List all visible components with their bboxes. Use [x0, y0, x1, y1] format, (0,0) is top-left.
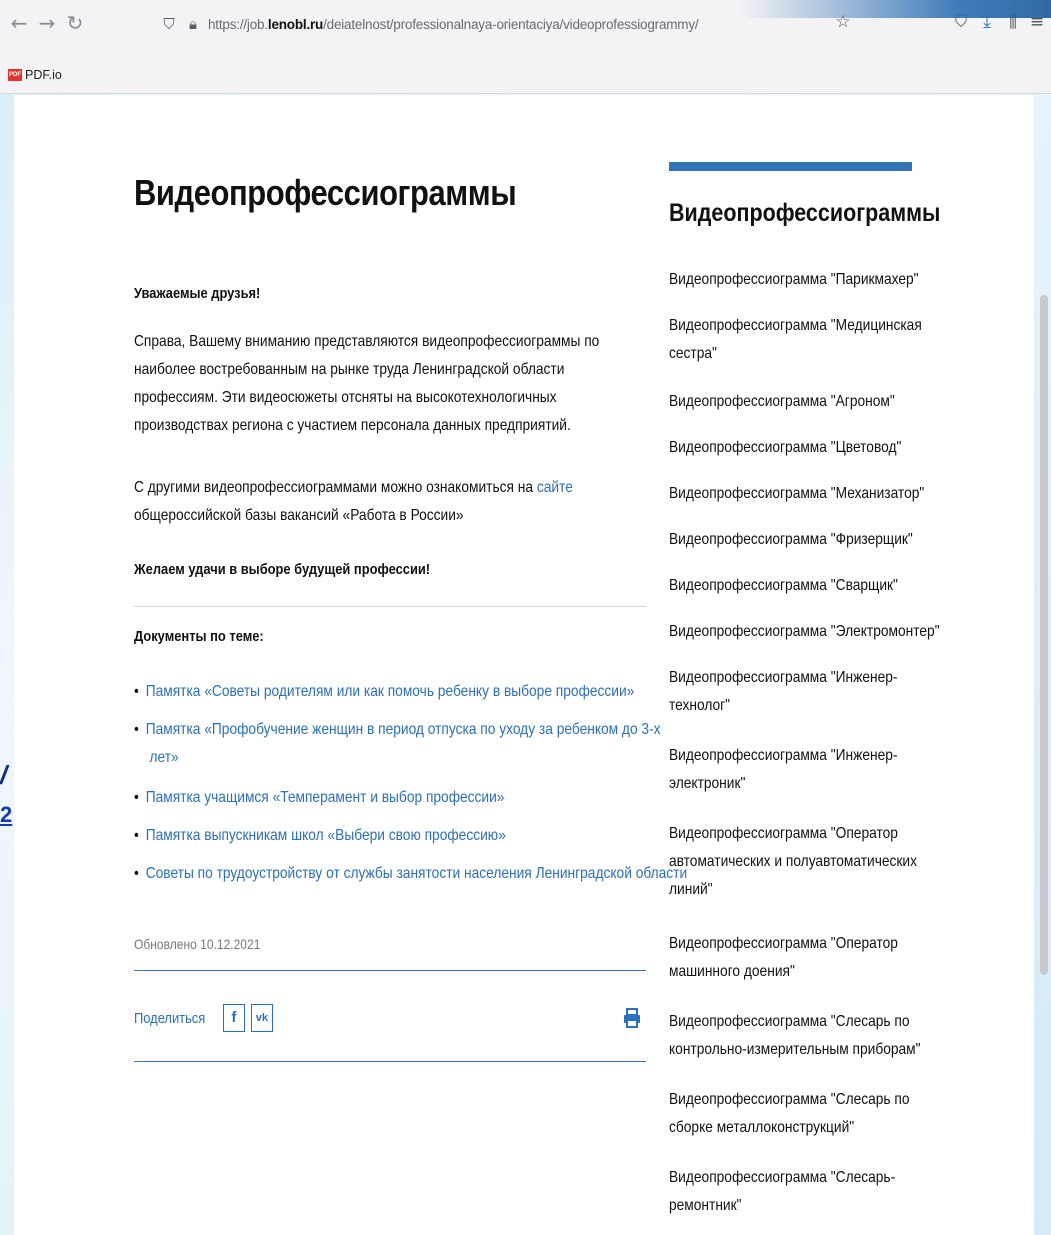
doc-link[interactable]: • Памятка «Профобучение женщин в период о… — [134, 716, 661, 772]
sidebar-item[interactable]: Видеопрофессиограмма "Сварщик" — [669, 572, 910, 600]
edge-char: / — [0, 760, 8, 790]
bookmark-pdfio[interactable]: PDF PDF.io — [8, 68, 62, 82]
main-column: Видеопрофессиограммы — [134, 172, 646, 214]
shield-icon[interactable]: ⛉ — [160, 15, 178, 33]
sidebar-item[interactable]: Видеопрофессиограмма "Медицинская сестра" — [669, 312, 922, 368]
forward-icon[interactable]: → — [36, 12, 58, 34]
share-label: Поделиться — [134, 1009, 206, 1027]
other-sources-paragraph: С другими видеопрофессиограммами можно о… — [134, 479, 573, 524]
bookmark-label: PDF.io — [25, 68, 62, 82]
doc-link[interactable]: • Памятка выпускникам школ «Выбери свою п… — [134, 822, 506, 850]
url-text[interactable]: https://job.lenobl.ru/deiatelnost/profes… — [208, 17, 699, 32]
bookmarks-bar: PDF PDF.io — [0, 60, 1051, 94]
facebook-icon[interactable]: f — [222, 1004, 245, 1032]
docs-heading: Документы по теме: — [134, 628, 264, 645]
sidebar-item[interactable]: Видеопрофессиограмма "Парикмахер" — [669, 266, 919, 294]
sidebar-item[interactable]: Видеопрофессиограмма "Оператор автоматиче… — [669, 820, 917, 904]
sidebar-item[interactable]: Видеопрофессиограмма "Инженер-технолог" — [669, 664, 910, 720]
sidebar-item[interactable]: Видеопрофессиограмма "Слесарь по контроль… — [669, 1008, 920, 1064]
sidebar-title: Видеопрофессиограммы — [669, 199, 941, 227]
back-icon[interactable]: ← — [8, 12, 30, 34]
greeting: Уважаемые друзья! — [134, 285, 261, 302]
sidebar-accent-bar — [669, 162, 912, 171]
background-slide-fragment: / 2 — [0, 755, 12, 835]
scrollbar[interactable] — [1040, 295, 1048, 975]
sidebar-item[interactable]: Видеопрофессиограмма "Фризерщик" — [669, 526, 913, 554]
wish-text: Желаем удачи в выборе будущей профессии! — [134, 561, 431, 578]
doc-link[interactable]: • Памятка «Советы родителям или как помоч… — [134, 678, 634, 706]
divider — [134, 606, 646, 607]
doc-link[interactable]: • Памятка учащимся «Темперамент и выбор п… — [134, 784, 504, 812]
divider-blue — [134, 970, 646, 971]
sidebar-item[interactable]: Видеопрофессиограмма "Оператор машинного … — [669, 930, 910, 986]
sidebar-item[interactable]: Видеопрофессиограмма "Механизатор" — [669, 480, 924, 508]
sidebar-item[interactable]: Видеопрофессиограмма "Электромонтер" — [669, 618, 940, 646]
sidebar-item[interactable]: Видеопрофессиограмма "Слесарь-ремонтник" — [669, 1164, 910, 1220]
intro-paragraph: Справа, Вашему вниманию представляются в… — [134, 333, 600, 434]
sidebar-item[interactable]: Видеопрофессиограмма "Цветовод" — [669, 434, 910, 462]
edge-link-char: 2 — [0, 802, 13, 827]
site-link[interactable]: сайте — [537, 479, 573, 496]
sidebar-item[interactable]: Видеопрофессиограмма "Агроном" — [669, 388, 910, 416]
lock-icon[interactable]: 🔒︎ — [184, 15, 202, 33]
page-title: Видеопрофессиограммы — [134, 172, 517, 213]
print-icon[interactable] — [623, 1008, 641, 1028]
vk-icon[interactable]: vk — [250, 1004, 273, 1032]
sidebar-item[interactable]: Видеопрофессиограмма "Слесарь по сборке м… — [669, 1086, 910, 1142]
divider-blue — [134, 1061, 646, 1062]
updated-date: Обновлено 10.12.2021 — [134, 936, 261, 952]
sidebar-item[interactable]: Видеопрофессиограмма "Инженер-электроник… — [669, 742, 910, 798]
pdf-icon: PDF — [8, 69, 22, 81]
share-row: Поделиться f vk — [134, 1004, 279, 1032]
reload-icon[interactable]: ↻ — [64, 12, 86, 34]
doc-link[interactable]: • Советы по трудоустройству от службы зан… — [134, 860, 687, 888]
desktop-accent — [740, 0, 1051, 18]
